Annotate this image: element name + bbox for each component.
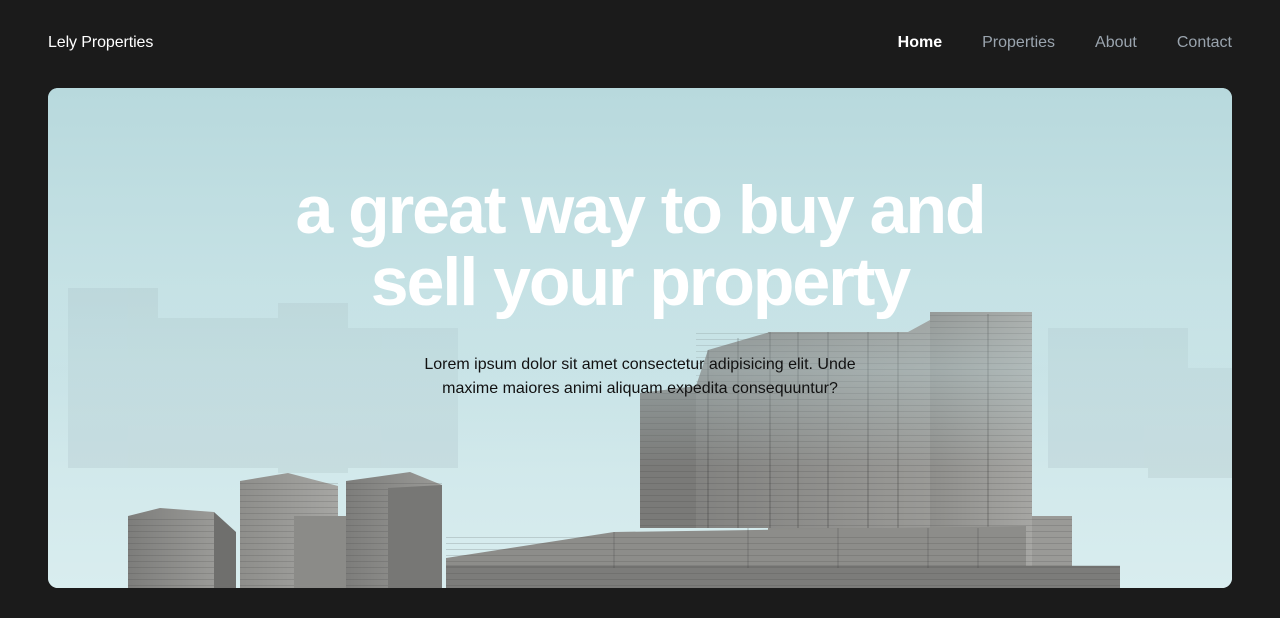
- nav-link-home[interactable]: Home: [898, 34, 942, 51]
- nav-link-about[interactable]: About: [1095, 34, 1137, 51]
- nav-link-properties[interactable]: Properties: [982, 34, 1055, 51]
- hero-title-line-1: a great way to buy and: [295, 172, 986, 248]
- building-left: [128, 508, 236, 588]
- hero-section: a great way to buy and sell your propert…: [48, 88, 1232, 588]
- nav-links: Home Properties About Contact: [898, 34, 1232, 52]
- nav-link-contact[interactable]: Contact: [1177, 34, 1232, 51]
- brand-logo[interactable]: Lely Properties: [48, 34, 153, 52]
- hero-subtitle: Lorem ipsum dolor sit amet consectetur a…: [424, 356, 856, 397]
- hero-title-line-2: sell your property: [370, 244, 911, 320]
- navbar: Lely Properties Home Properties About Co…: [0, 0, 1280, 88]
- hero-title: a great way to buy and sell your propert…: [48, 174, 1232, 318]
